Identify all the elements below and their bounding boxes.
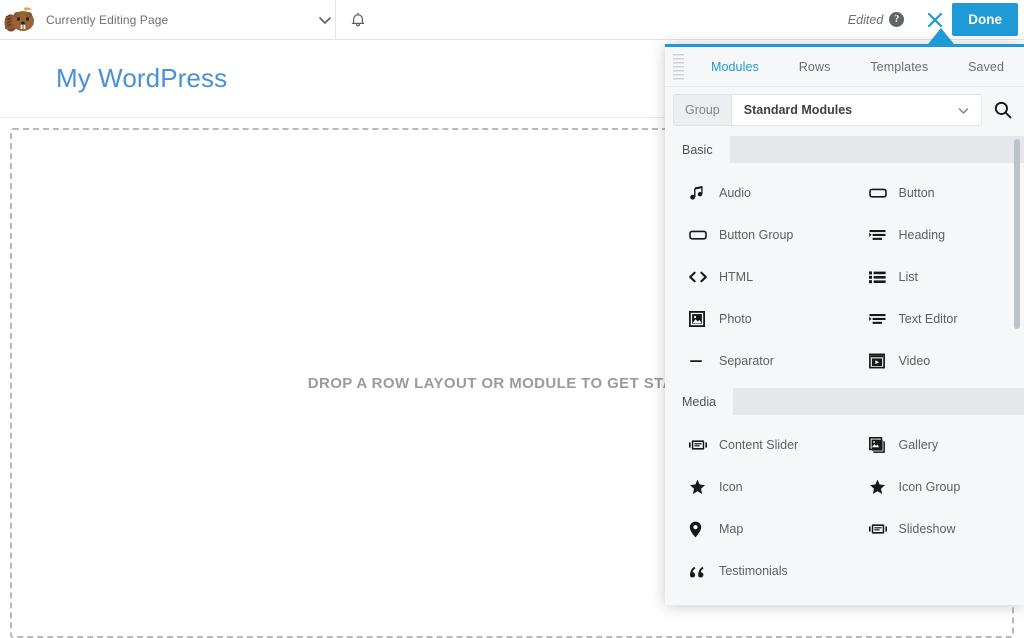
admin-bar-divider — [335, 0, 336, 40]
button-rect-icon — [869, 183, 893, 203]
module-list-scroll-area[interactable]: Basic Audio — [665, 136, 1024, 605]
module-label: Button — [899, 186, 935, 200]
drop-zone-text: DROP A ROW LAYOUT OR MODULE TO GET START… — [308, 375, 716, 392]
section-header-basic[interactable]: Basic — [665, 136, 1024, 163]
help-question-icon[interactable]: ? — [889, 12, 904, 27]
photo-image-icon — [689, 309, 713, 329]
beaver-builder-logo[interactable] — [0, 0, 40, 40]
panel-drag-handle[interactable] — [665, 47, 691, 86]
panel-scrollbar-thumb[interactable] — [1014, 139, 1020, 329]
module-audio[interactable]: Audio — [665, 172, 845, 214]
module-gallery[interactable]: Gallery — [845, 424, 1024, 466]
module-content-slider[interactable]: Content Slider — [665, 424, 845, 466]
module-label: HTML — [719, 270, 753, 284]
button-rect-icon — [689, 225, 713, 245]
panel-pointer-arrow — [928, 28, 954, 44]
panel-tab-bar: Modules Rows Templates Saved — [665, 47, 1024, 87]
module-label: Button Group — [719, 228, 793, 242]
group-select[interactable]: Group Standard Modules — [673, 94, 982, 126]
search-icon[interactable] — [982, 87, 1024, 133]
module-label: Slideshow — [899, 522, 956, 536]
module-map[interactable]: Map — [665, 508, 845, 550]
module-panel: Modules Rows Templates Saved Group Stand… — [665, 44, 1024, 605]
bullet-list-icon — [869, 267, 893, 287]
group-select-label: Group — [674, 95, 732, 125]
module-label: Testimonials — [719, 564, 788, 578]
text-lines-icon — [869, 309, 893, 329]
tab-saved-label: Saved — [968, 60, 1004, 74]
map-pin-icon — [689, 519, 713, 539]
tab-templates[interactable]: Templates — [850, 47, 948, 86]
module-text-editor[interactable]: Text Editor — [845, 298, 1024, 340]
edited-status: Edited ? — [848, 12, 904, 27]
module-label: Icon Group — [899, 480, 961, 494]
panel-filter-row: Group Standard Modules — [665, 87, 1024, 133]
horizontal-rule-icon — [689, 351, 713, 371]
section-header-media[interactable]: Media — [665, 388, 1024, 415]
admin-bar: Currently Editing Page Edited ? Done — [0, 0, 1024, 40]
quote-marks-icon — [689, 561, 713, 581]
module-html[interactable]: HTML — [665, 256, 845, 298]
code-brackets-icon — [689, 267, 713, 287]
edited-label: Edited — [848, 13, 883, 27]
module-label: Photo — [719, 312, 752, 326]
module-photo[interactable]: Photo — [665, 298, 845, 340]
module-button-group[interactable]: Button Group — [665, 214, 845, 256]
gallery-stack-icon — [869, 435, 893, 455]
tab-rows[interactable]: Rows — [779, 47, 851, 86]
video-play-icon — [869, 351, 893, 371]
module-separator[interactable]: Separator — [665, 340, 845, 382]
module-list[interactable]: List — [845, 256, 1024, 298]
tab-rows-label: Rows — [799, 60, 831, 74]
page-title: My WordPress — [56, 63, 227, 94]
module-label: Map — [719, 522, 743, 536]
section-title-basic: Basic — [682, 143, 713, 157]
bell-notification-icon[interactable] — [338, 0, 378, 40]
module-label: Audio — [719, 186, 751, 200]
music-note-icon — [689, 183, 713, 203]
tab-templates-label: Templates — [870, 60, 928, 74]
module-icon-group[interactable]: Icon Group — [845, 466, 1024, 508]
done-button[interactable]: Done — [952, 3, 1018, 36]
chevron-down-icon[interactable] — [946, 104, 981, 117]
tab-saved[interactable]: Saved — [948, 47, 1024, 86]
module-slideshow[interactable]: Slideshow — [845, 508, 1024, 550]
section-title-media: Media — [682, 395, 716, 409]
module-grid-media: Content Slider Gallery — [665, 415, 1024, 598]
slideshow-icon — [869, 519, 893, 539]
module-label: Gallery — [899, 438, 939, 452]
module-icon[interactable]: Icon — [665, 466, 845, 508]
content-slider-icon — [689, 435, 713, 455]
tab-modules[interactable]: Modules — [691, 47, 779, 86]
module-testimonials[interactable]: Testimonials — [665, 550, 845, 592]
module-label: List — [899, 270, 918, 284]
module-label: Heading — [899, 228, 946, 242]
module-button[interactable]: Button — [845, 172, 1024, 214]
module-label: Text Editor — [899, 312, 958, 326]
currently-editing-label: Currently Editing Page — [46, 13, 168, 27]
module-grid-basic: Audio Button Button Group — [665, 163, 1024, 388]
module-label: Video — [899, 354, 931, 368]
module-heading[interactable]: Heading — [845, 214, 1024, 256]
star-icon — [869, 477, 893, 497]
heading-lines-icon — [869, 225, 893, 245]
star-icon — [689, 477, 713, 497]
module-label: Icon — [719, 480, 743, 494]
module-label: Content Slider — [719, 438, 798, 452]
module-video[interactable]: Video — [845, 340, 1024, 382]
group-select-value: Standard Modules — [732, 103, 946, 117]
tab-modules-label: Modules — [711, 60, 759, 74]
module-label: Separator — [719, 354, 774, 368]
